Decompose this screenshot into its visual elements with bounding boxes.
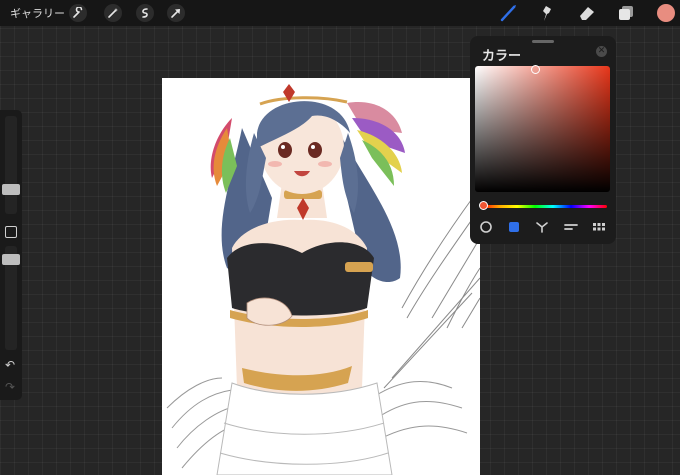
value-sliders-icon[interactable] [563,220,579,234]
color-panel-title: カラー [482,49,522,64]
drawing-canvas[interactable] [162,78,480,475]
selection-icon[interactable] [136,4,154,22]
left-sidebar: ↶ ↷ [0,110,22,400]
artwork-illustration [166,84,480,475]
magic-wand-icon[interactable] [104,4,122,22]
modify-button[interactable] [5,226,17,238]
top-toolbar: ギャラリー [0,0,680,26]
opacity-slider[interactable] [2,246,20,350]
gallery-button[interactable]: ギャラリー [10,5,65,21]
hue-slider-knob[interactable] [479,201,488,210]
brush-size-thumb[interactable] [2,184,20,195]
eraser-icon[interactable] [577,3,597,23]
classic-mode-icon[interactable] [507,220,521,234]
color-picker-knob[interactable] [531,65,540,74]
opacity-thumb[interactable] [2,254,20,265]
undo-icon[interactable]: ↶ [5,358,15,372]
wrench-icon[interactable] [69,4,87,22]
layers-icon[interactable] [616,3,636,23]
brush-icon[interactable] [499,3,519,23]
smudge-icon[interactable] [537,3,557,23]
brush-size-slider[interactable] [2,116,20,214]
color-picker-square[interactable] [475,65,610,192]
color-swatch-button[interactable] [657,4,675,22]
redo-icon[interactable]: ↷ [5,380,15,394]
hue-slider[interactable] [481,205,607,208]
harmony-icon[interactable] [535,220,549,234]
close-icon[interactable]: ✕ [596,46,607,57]
panel-grabber[interactable] [532,40,554,43]
transform-arrow-icon[interactable] [167,4,185,22]
color-disc-icon[interactable] [479,220,493,234]
color-panel: カラー ✕ [470,36,616,244]
palettes-icon[interactable] [591,220,607,234]
